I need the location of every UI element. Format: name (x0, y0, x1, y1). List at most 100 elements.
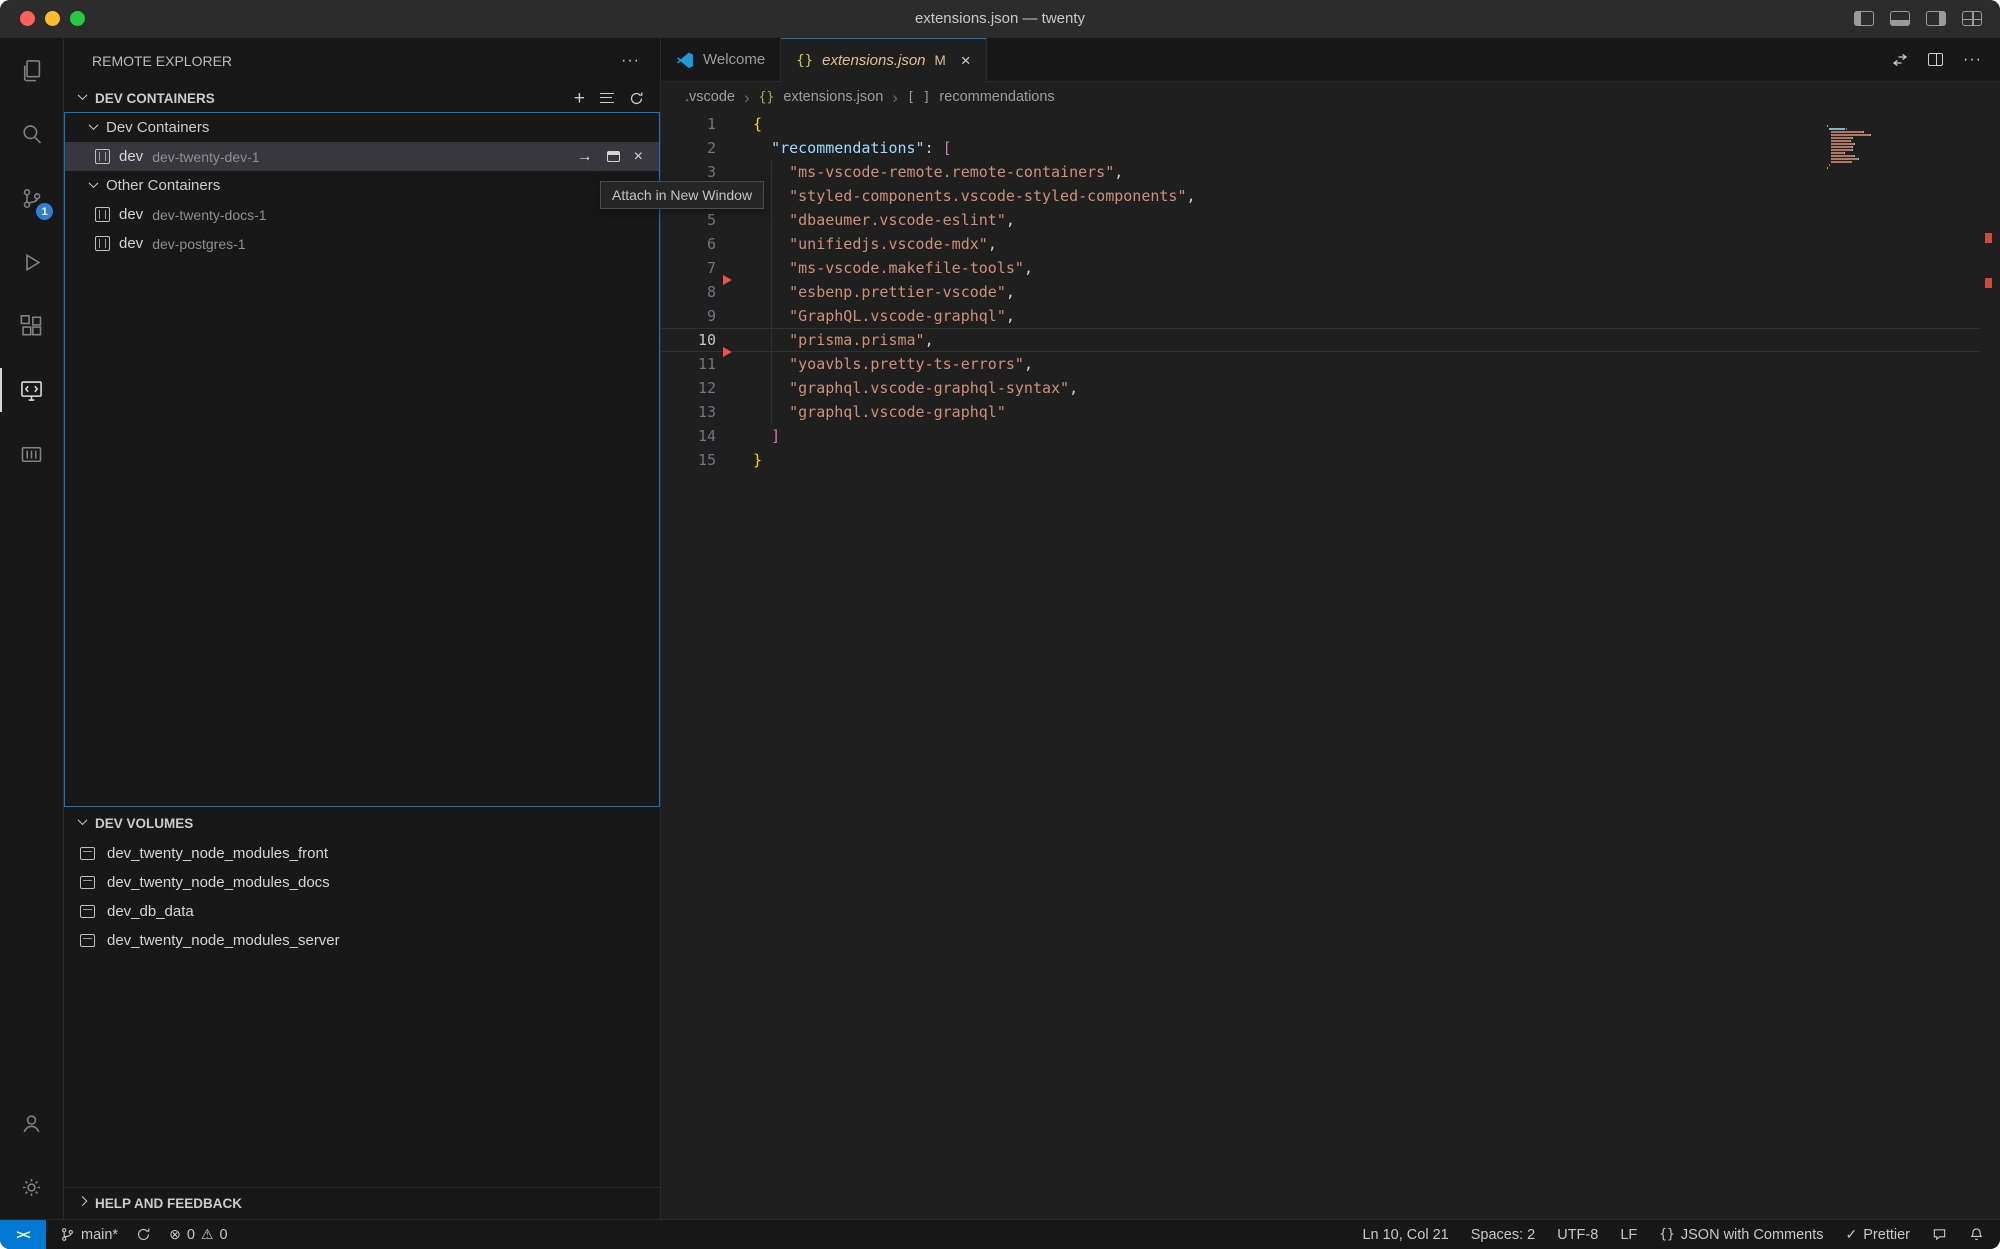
close-window-button[interactable] (20, 11, 35, 26)
container-name: dev (119, 148, 143, 165)
container-name: dev (119, 235, 143, 252)
container-item[interactable]: devdev-twenty-docs-1 (65, 200, 659, 229)
container-name: dev (119, 206, 143, 223)
refresh-icon[interactable] (629, 91, 644, 106)
feedback-icon[interactable] (1932, 1227, 1947, 1242)
code-line: ] (753, 424, 1196, 448)
code-area[interactable]: 123456789101112131415 { "recommendations… (661, 112, 2000, 1219)
breadcrumb-symbol[interactable]: recommendations (939, 89, 1054, 105)
remote-explorer-icon[interactable] (0, 358, 63, 422)
line-number: 7 (661, 256, 716, 280)
zoom-window-button[interactable] (70, 11, 85, 26)
code-line: "unifiedjs.vscode-mdx", (753, 232, 1196, 256)
minimize-window-button[interactable] (45, 11, 60, 26)
containers-icon[interactable] (0, 422, 63, 486)
json-symbol-icon: {} (759, 90, 775, 105)
titlebar-actions (1854, 11, 2000, 26)
toggle-primary-sidebar-icon[interactable] (1854, 11, 1874, 26)
array-symbol-icon: [ ] (907, 90, 930, 105)
new-dev-container-icon[interactable]: + (574, 89, 585, 108)
minimap[interactable] (1827, 115, 1899, 160)
accounts-icon[interactable] (0, 1091, 63, 1155)
sidebar-empty-space (64, 955, 660, 1187)
json-braces-icon: {} (1659, 1227, 1675, 1242)
breadcrumb-file[interactable]: extensions.json (783, 89, 883, 105)
tree-group[interactable]: Dev Containers (65, 113, 659, 142)
git-deleted-marker-icon (723, 275, 732, 285)
help-feedback-section-header[interactable]: HELP AND FEEDBACK (64, 1187, 660, 1219)
breadcrumb-folder[interactable]: .vscode (685, 89, 735, 105)
volume-name: dev_twenty_node_modules_docs (107, 874, 330, 891)
tab-label: Welcome (703, 51, 765, 68)
toggle-secondary-sidebar-icon[interactable] (1926, 11, 1946, 26)
volume-item[interactable]: dev_twenty_node_modules_server (64, 926, 660, 955)
indentation-status[interactable]: Spaces: 2 (1471, 1227, 1536, 1243)
line-number: 15 (661, 448, 716, 472)
error-icon: ⊗ (169, 1226, 181, 1243)
run-debug-icon[interactable] (0, 230, 63, 294)
filter-list-icon[interactable] (600, 93, 614, 103)
volume-item[interactable]: dev_twenty_node_modules_front (64, 839, 660, 868)
dev-containers-tree: Dev Containersdevdev-twenty-dev-1→×Other… (64, 112, 660, 807)
customize-layout-icon[interactable] (1962, 11, 1982, 26)
editor-more-actions-icon[interactable]: ··· (1963, 51, 1982, 69)
volume-icon (80, 934, 95, 947)
notifications-bell-icon[interactable] (1969, 1227, 1984, 1242)
git-branch-status[interactable]: main* (60, 1227, 118, 1243)
code-line: } (753, 448, 1196, 472)
stop-container-icon[interactable]: × (634, 148, 643, 166)
source-control-icon[interactable]: 1 (0, 166, 63, 230)
volume-item[interactable]: dev_db_data (64, 897, 660, 926)
tab-extensions-json[interactable]: {} extensions.json M × (781, 38, 986, 82)
dev-volumes-section-header[interactable]: DEV VOLUMES (64, 807, 660, 839)
attach-current-window-icon[interactable]: → (577, 148, 593, 166)
remote-indicator[interactable]: >< (0, 1220, 46, 1249)
extensions-icon[interactable] (0, 294, 63, 358)
explorer-icon[interactable] (0, 38, 63, 102)
line-number: 1 (661, 112, 716, 136)
toggle-panel-icon[interactable] (1890, 11, 1910, 26)
volume-item[interactable]: dev_twenty_node_modules_docs (64, 868, 660, 897)
eol-status[interactable]: LF (1620, 1227, 1637, 1243)
sidebar-more-actions-icon[interactable]: ··· (621, 52, 640, 70)
search-icon[interactable] (0, 102, 63, 166)
code-line: { (753, 112, 1196, 136)
chevron-right-icon (78, 1196, 88, 1206)
overview-ruler-mark (1985, 233, 1992, 243)
language-mode-status[interactable]: {} JSON with Comments (1659, 1227, 1823, 1243)
error-count: 0 (187, 1227, 195, 1243)
code-line: "styled-components.vscode-styled-compone… (753, 184, 1196, 208)
row-actions: →× (577, 148, 659, 166)
editor-actions: ··· (1892, 38, 2000, 81)
cursor-position-status[interactable]: Ln 10, Col 21 (1362, 1227, 1448, 1243)
sidebar-title: REMOTE EXPLORER (92, 53, 232, 69)
close-tab-icon[interactable]: × (961, 51, 971, 71)
open-changes-icon[interactable] (1892, 52, 1908, 68)
encoding-status[interactable]: UTF-8 (1557, 1227, 1598, 1243)
code-line: "graphql.vscode-graphql-syntax", (753, 376, 1196, 400)
sync-icon (136, 1227, 151, 1242)
code-line: "ms-vscode-remote.remote-containers", (753, 160, 1196, 184)
sync-changes-button[interactable] (136, 1227, 151, 1242)
volume-name: dev_twenty_node_modules_server (107, 932, 340, 949)
split-editor-icon[interactable] (1928, 53, 1943, 66)
tab-bar: Welcome {} extensions.json M × ··· (661, 38, 2000, 82)
container-item[interactable]: dev dev-postgres-1 (65, 229, 659, 258)
dev-containers-section-header[interactable]: DEV CONTAINERS + (64, 84, 660, 112)
warning-count: 0 (219, 1227, 227, 1243)
line-number: 8 (661, 280, 716, 304)
line-number: 13 (661, 400, 716, 424)
attach-new-window-icon[interactable] (607, 151, 620, 162)
chevron-down-icon (78, 90, 88, 100)
formatter-status[interactable]: ✓ Prettier (1846, 1226, 1910, 1243)
settings-gear-icon[interactable] (0, 1155, 63, 1219)
minimap-line (1827, 115, 1899, 117)
problems-status[interactable]: ⊗ 0 ⚠ 0 (169, 1226, 227, 1243)
remote-icon: >< (16, 1227, 29, 1242)
tree-group[interactable]: Other Containers (65, 171, 659, 200)
container-item[interactable]: devdev-twenty-dev-1→× (65, 142, 659, 171)
container-description: dev-postgres-1 (152, 236, 245, 252)
line-number: 10 (661, 328, 716, 352)
volume-name: dev_twenty_node_modules_front (107, 845, 328, 862)
tab-welcome[interactable]: Welcome (661, 38, 781, 81)
